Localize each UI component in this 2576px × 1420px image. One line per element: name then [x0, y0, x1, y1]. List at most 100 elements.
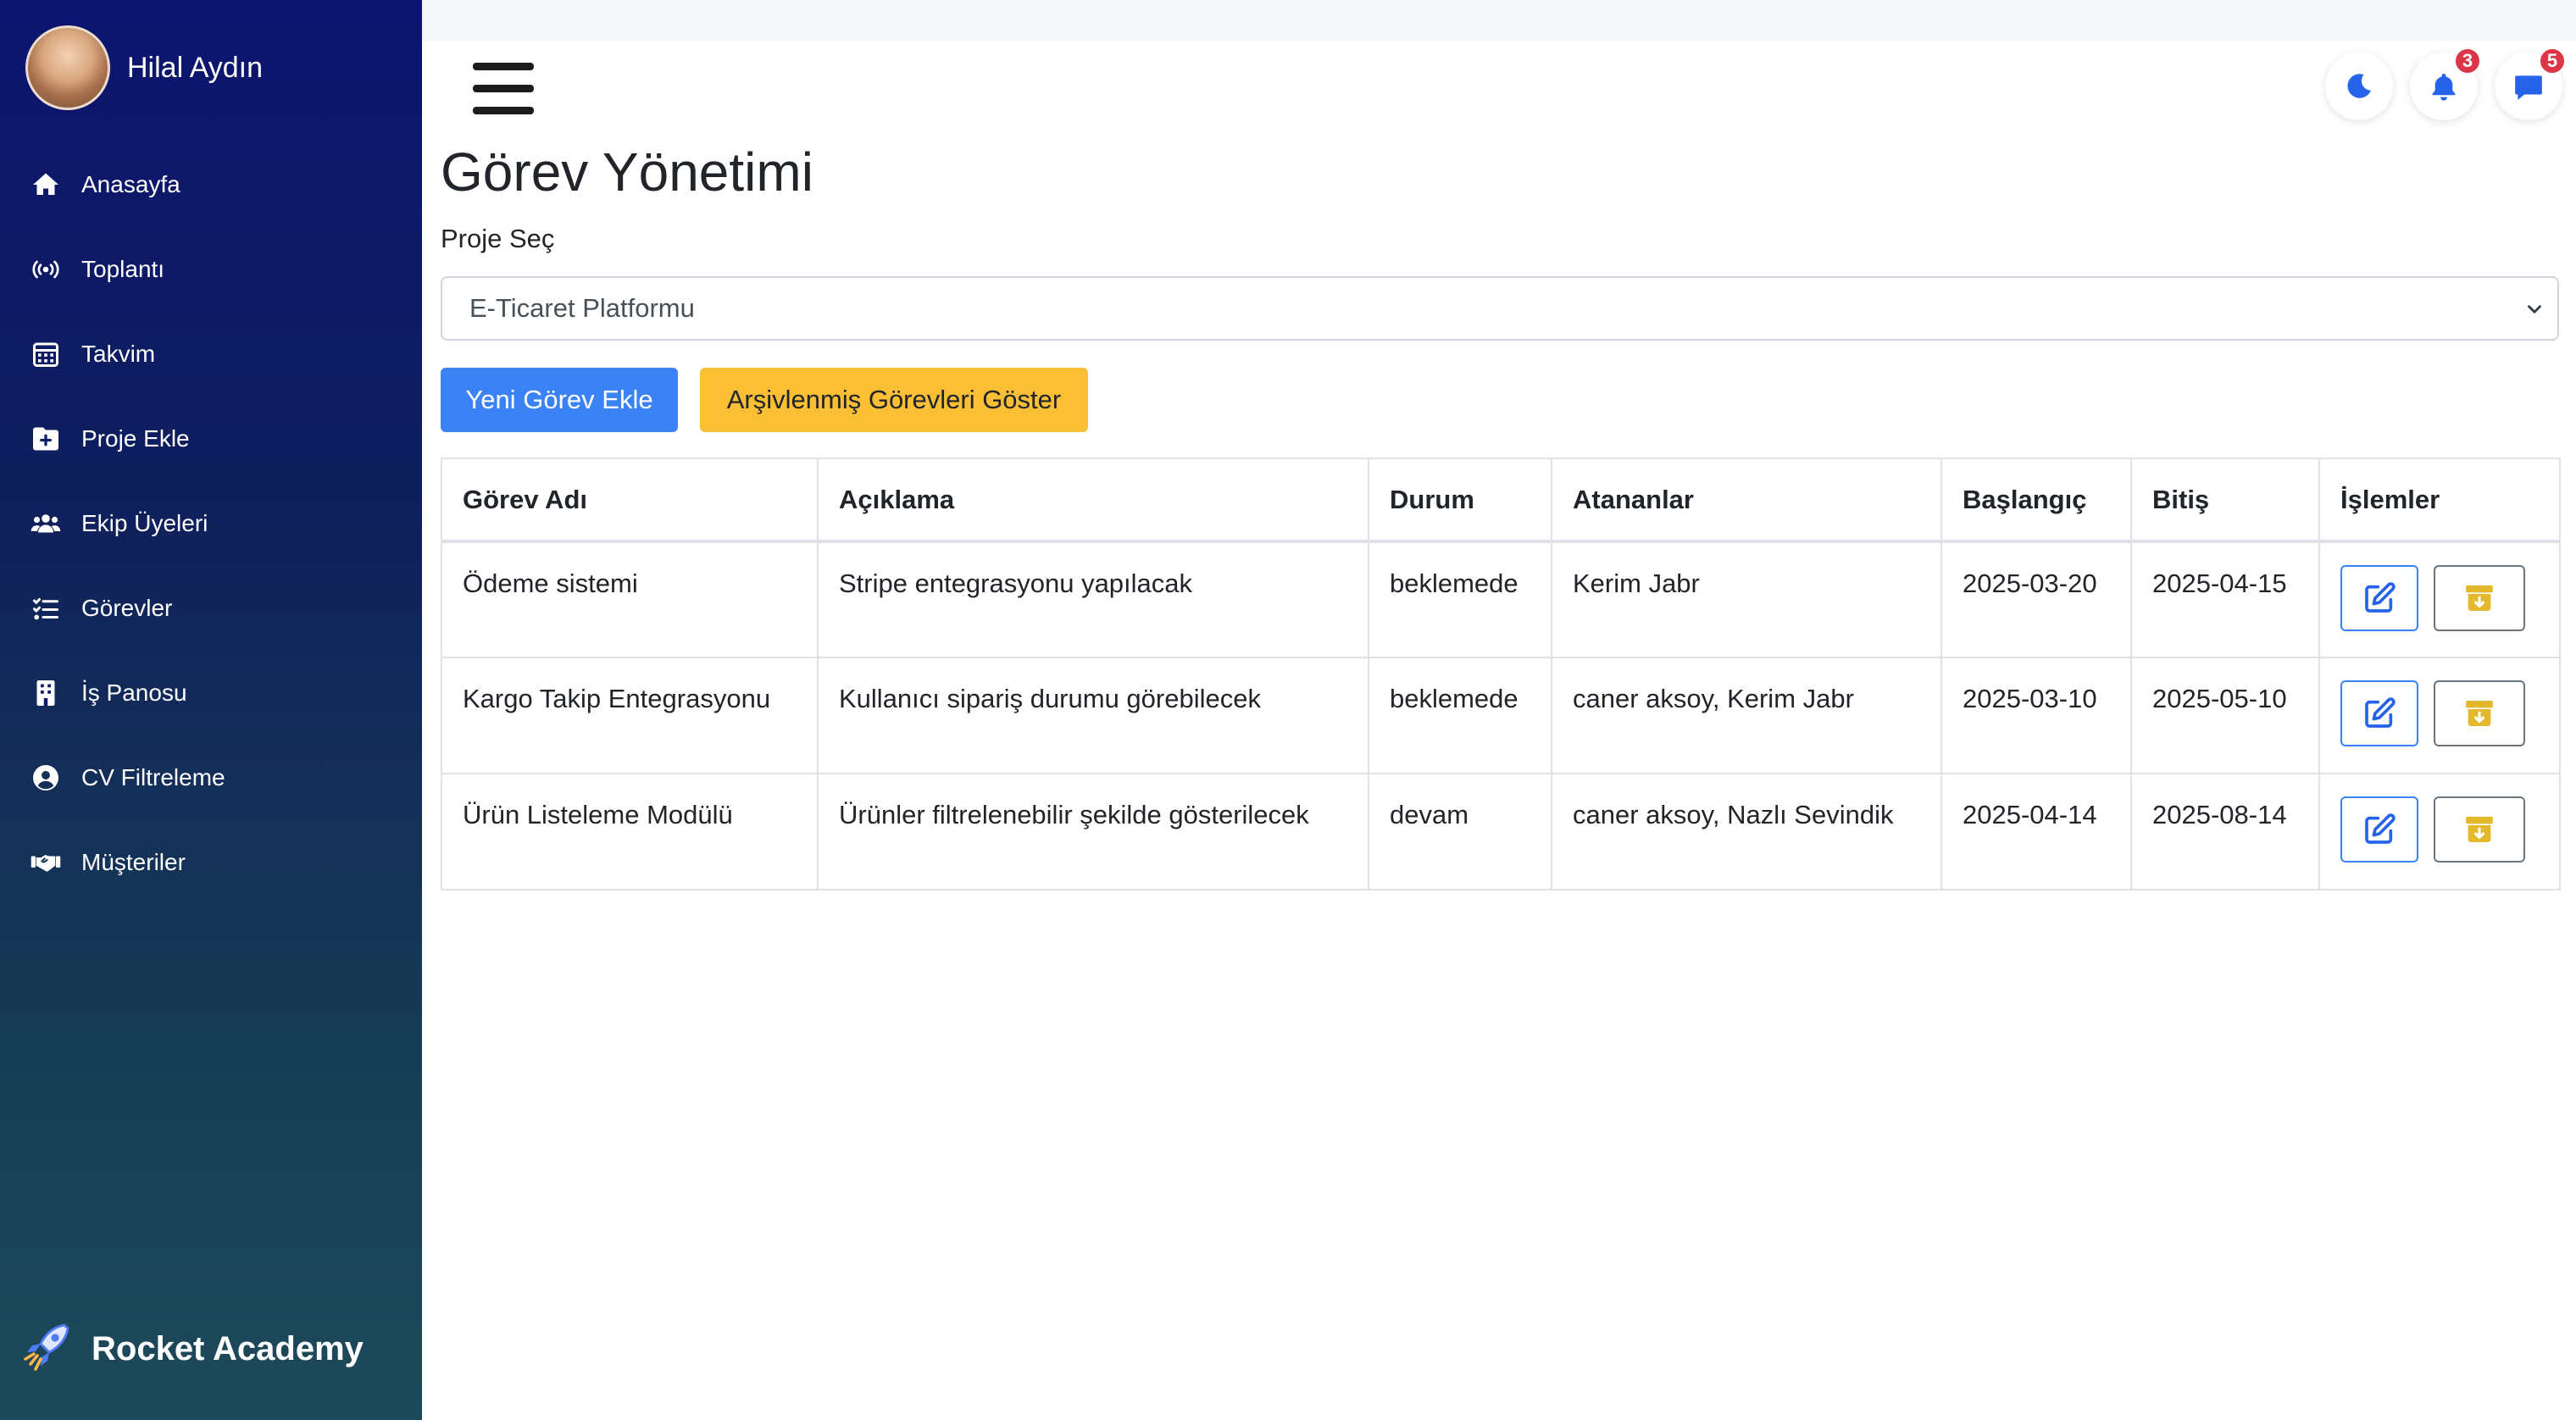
edit-task-button[interactable] [2340, 565, 2418, 631]
hamburger-icon [473, 107, 534, 114]
rocket-icon [24, 1323, 69, 1371]
cell-end-date: 2025-05-10 [2130, 657, 2320, 774]
theme-toggle-button[interactable] [2325, 53, 2393, 120]
sidebar-item-label: Proje Ekle [81, 425, 190, 452]
project-select-value: E-Ticaret Platformu [469, 293, 695, 323]
sidebar-item-is-panosu[interactable]: İş Panosu [0, 651, 422, 735]
add-task-button[interactable]: Yeni Görev Ekle [441, 368, 678, 432]
sidebar-item-label: CV Filtreleme [81, 764, 225, 790]
archive-icon [2466, 817, 2493, 842]
sidebar-item-ekip-uyeleri[interactable]: Ekip Üyeleri [0, 481, 422, 566]
archive-task-button[interactable] [2434, 796, 2525, 863]
cell-task-name: Kargo Takip Entegrasyonu [441, 657, 819, 774]
project-select-label: Proje Seç [441, 224, 555, 253]
cell-end-date: 2025-04-15 [2130, 541, 2320, 658]
building-icon [36, 680, 55, 706]
sidebar-item-label: İş Panosu [81, 679, 187, 706]
sidebar-item-label: Toplantı [81, 256, 165, 282]
moon-icon [2347, 74, 2371, 98]
sidebar-item-anasayfa[interactable]: Anasayfa [0, 142, 422, 227]
column-header-baslangic: Başlangıç [1940, 458, 2132, 543]
table-row: Kargo Takip Entegrasyonu Kullanıcı sipar… [441, 657, 2561, 774]
archive-task-button[interactable] [2434, 565, 2525, 631]
cell-description: Kullanıcı sipariş durumu görebilecek [817, 657, 1369, 774]
sidebar-item-proje-ekle[interactable]: Proje Ekle [0, 397, 422, 481]
bell-icon [2432, 73, 2456, 101]
hamburger-icon [473, 85, 534, 92]
column-header-durum: Durum [1368, 458, 1552, 543]
edit-icon [2365, 582, 2396, 613]
sidebar-item-takvim[interactable]: Takvim [0, 312, 422, 397]
cell-description: Ürünler filtrelenebilir şekilde gösteril… [817, 773, 1369, 890]
user-profile[interactable]: Hilal Aydın [25, 25, 263, 110]
cell-assignees: caner aksoy, Kerim Jabr [1551, 657, 1942, 774]
cell-start-date: 2025-04-14 [1940, 773, 2132, 890]
handshake-icon [31, 855, 61, 872]
cell-status: beklemede [1368, 541, 1552, 658]
sidebar-item-label: Müşteriler [81, 849, 186, 875]
cell-task-name: Ödeme sistemi [441, 541, 819, 658]
cell-assignees: caner aksoy, Nazlı Sevindik [1551, 773, 1942, 890]
sidebar-item-label: Ekip Üyeleri [81, 510, 208, 536]
cell-actions [2318, 657, 2561, 774]
cell-assignees: Kerim Jabr [1551, 541, 1942, 658]
calendar-icon [33, 342, 58, 367]
sidebar-item-toplanti[interactable]: Toplantı [0, 227, 422, 312]
column-header-gorev-adi: Görev Adı [441, 458, 819, 543]
user-circle-icon [33, 765, 58, 790]
top-strip [422, 0, 2576, 41]
broadcast-icon [32, 260, 59, 279]
table-row: Ödeme sistemi Stripe entegrasyonu yapıla… [441, 541, 2561, 658]
main-content: 3 5 Görev Yönetimi Proje Seç E-Ticaret P… [422, 41, 2576, 1420]
avatar [25, 25, 110, 110]
sidebar-nav: Anasayfa Toplantı Takvim Proje Ekle Ekip… [0, 142, 422, 905]
cell-start-date: 2025-03-20 [1940, 541, 2132, 658]
archive-icon [2466, 701, 2493, 726]
column-header-aciklama: Açıklama [817, 458, 1369, 543]
column-header-atananlar: Atananlar [1551, 458, 1942, 543]
home-icon [33, 173, 58, 195]
edit-icon [2365, 813, 2396, 844]
cell-actions [2318, 541, 2561, 658]
header-actions: 3 5 [2308, 47, 2566, 120]
notification-count-badge: 3 [2454, 47, 2481, 75]
cell-start-date: 2025-03-10 [1940, 657, 2132, 774]
table-header-row: Görev Adı Açıklama Durum Atananlar Başla… [441, 458, 2561, 543]
archive-task-button[interactable] [2434, 680, 2525, 746]
task-table: Görev Adı Açıklama Durum Atananlar Başla… [441, 458, 2561, 890]
sidebar-item-label: Anasayfa [81, 171, 180, 197]
message-count-badge: 5 [2539, 47, 2566, 75]
show-archived-button[interactable]: Arşivlenmiş Görevleri Göster [700, 368, 1088, 432]
archive-icon [2466, 585, 2493, 611]
brand-name: Rocket Academy [92, 1329, 364, 1367]
hamburger-icon [473, 63, 534, 70]
chat-icon [2515, 75, 2542, 100]
sidebar-item-musteriler[interactable]: Müşteriler [0, 820, 422, 905]
chevron-down-icon [2528, 305, 2541, 313]
column-header-islemler: İşlemler [2318, 458, 2561, 543]
sidebar: Hilal Aydın Anasayfa Toplantı Takvim Pro… [0, 0, 422, 1420]
menu-toggle-button[interactable] [473, 63, 534, 115]
user-name: Hilal Aydın [127, 51, 264, 84]
cell-description: Stripe entegrasyonu yapılacak [817, 541, 1369, 658]
edit-task-button[interactable] [2340, 796, 2418, 863]
column-header-bitis: Bitiş [2130, 458, 2320, 543]
project-select[interactable]: E-Ticaret Platformu [441, 276, 2559, 341]
sidebar-item-label: Takvim [81, 341, 156, 367]
cell-status: beklemede [1368, 657, 1552, 774]
cell-actions [2318, 773, 2561, 890]
page-title: Görev Yönetimi [441, 141, 813, 202]
folder-plus-icon [33, 427, 58, 451]
cell-task-name: Ürün Listeleme Modülü [441, 773, 819, 890]
cell-status: devam [1368, 773, 1552, 890]
cell-end-date: 2025-08-14 [2130, 773, 2320, 890]
notifications-button[interactable]: 3 [2410, 47, 2481, 120]
brand[interactable]: Rocket Academy [24, 1322, 364, 1376]
table-row: Ürün Listeleme Modülü Ürünler filtrelene… [441, 773, 2561, 890]
edit-task-button[interactable] [2340, 680, 2418, 746]
users-icon [31, 514, 61, 533]
sidebar-item-cv-filtreleme[interactable]: CV Filtreleme [0, 735, 422, 820]
sidebar-item-gorevler[interactable]: Görevler [0, 566, 422, 651]
messages-button[interactable]: 5 [2495, 47, 2566, 120]
edit-icon [2365, 697, 2396, 728]
